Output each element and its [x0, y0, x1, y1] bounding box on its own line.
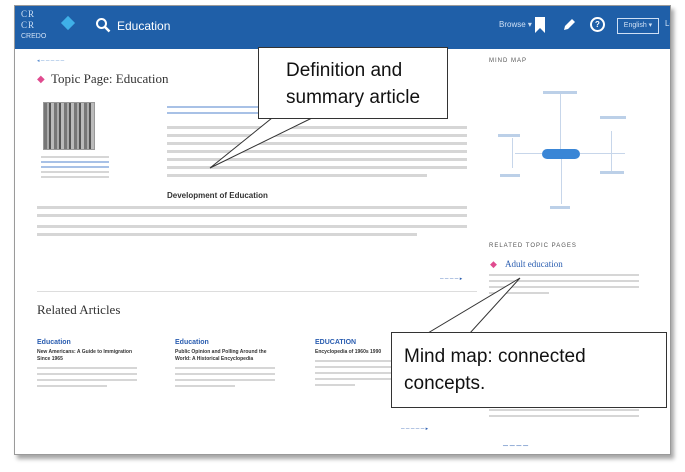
definition-callout: Definition and summary article: [258, 47, 448, 119]
mind-map-callout: Mind map: connected concepts.: [391, 332, 667, 408]
